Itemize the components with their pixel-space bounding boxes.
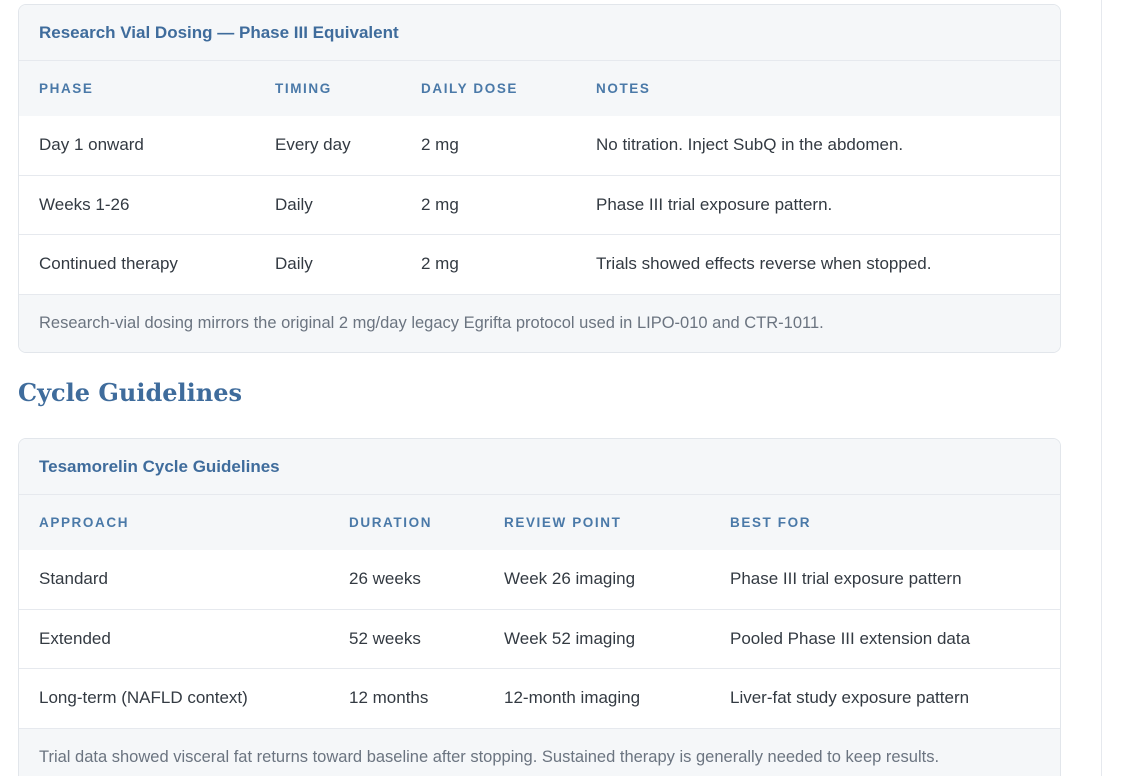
cycle-table-card: Tesamorelin Cycle Guidelines APPROACH DU… [18,438,1061,776]
cell-daily-dose: 2 mg [421,135,459,154]
cell-phase: Continued therapy [39,254,178,273]
cell-approach: Extended [39,628,111,648]
cell-review-point: Week 26 imaging [504,569,636,588]
dosing-table-card: Research Vial Dosing — Phase III Equival… [18,4,1061,353]
cell-daily-dose: 2 mg [421,194,459,214]
table-row: Standard 26 weeks Week 26 imaging Phase … [19,550,1060,610]
cell-timing: Every day [275,135,351,154]
cell-approach: Standard [39,569,108,588]
cell-notes: No titration. Inject SubQ in the abdomen… [596,135,904,154]
cell-duration: 12 months [349,688,429,707]
cell-review-point: 12-month imaging [504,688,641,707]
section-title: Cycle Guidelines [18,378,242,407]
column-header-duration: DURATION [349,515,433,530]
column-header-timing: TIMING [275,81,332,96]
cell-best-for: Pooled Phase III extension data [730,628,971,648]
cell-best-for: Liver-fat study exposure pattern [730,688,970,707]
column-header-best-for: BEST FOR [730,515,812,530]
table-row: Day 1 onward Every day 2 mg No titration… [19,116,1060,176]
content-divider [1101,0,1102,776]
cell-approach: Long-term (NAFLD context) [39,688,248,707]
cell-notes: Phase III trial exposure pattern. [596,194,833,214]
cell-review-point: Week 52 imaging [504,628,636,648]
table-row: Continued therapy Daily 2 mg Trials show… [19,235,1060,295]
table-row: Weeks 1-26 Daily 2 mg Phase III trial ex… [19,175,1060,235]
dosing-table-title: Research Vial Dosing — Phase III Equival… [19,5,1060,61]
column-header-approach: APPROACH [39,515,130,530]
cell-timing: Daily [275,194,313,214]
column-header-review-point: REVIEW POINT [504,515,622,530]
cell-phase: Day 1 onward [39,135,144,154]
cell-best-for: Phase III trial exposure pattern [730,569,962,588]
cell-daily-dose: 2 mg [421,254,459,273]
cell-duration: 26 weeks [349,569,421,588]
cell-notes: Trials showed effects reverse when stopp… [596,254,932,273]
column-header-daily-dose: DAILY DOSE [421,81,519,96]
cell-timing: Daily [275,254,313,273]
cell-phase: Weeks 1-26 [39,194,130,214]
cycle-table-header: APPROACH DURATION REVIEW POINT BEST FOR [19,495,1060,550]
cell-duration: 52 weeks [349,628,421,648]
dosing-table-header: PHASE TIMING DAILY DOSE NOTES [19,61,1060,116]
cycle-table-title: Tesamorelin Cycle Guidelines [19,439,1060,495]
column-header-notes: NOTES [596,81,651,96]
column-header-phase: PHASE [39,81,94,96]
table-row: Extended 52 weeks Week 52 imaging Pooled… [19,609,1060,669]
dosing-table-footnote: Research-vial dosing mirrors the origina… [19,294,1060,352]
table-row: Long-term (NAFLD context) 12 months 12-m… [19,669,1060,729]
cycle-table-footnote: Trial data showed visceral fat returns t… [19,728,1060,776]
